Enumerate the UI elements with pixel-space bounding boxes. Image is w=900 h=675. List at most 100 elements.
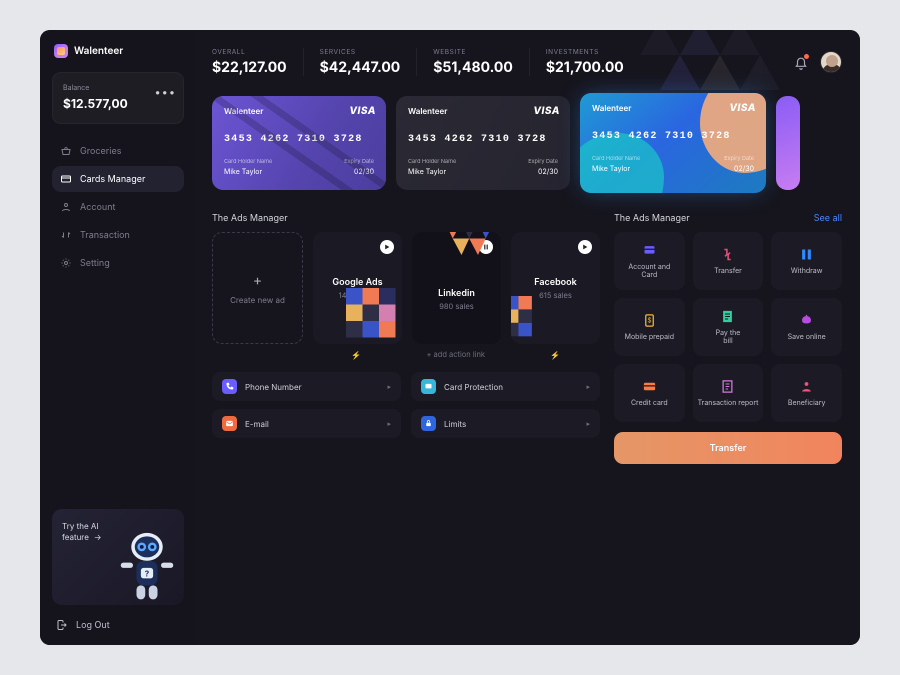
service-icon [642,243,657,258]
sidebar-item-label: Account [80,202,115,213]
transfer-button[interactable]: Transfer [614,432,842,464]
create-ad-button[interactable]: + Create new ad [212,232,303,344]
avatar[interactable] [820,51,842,73]
service-label: Pay thebill [716,329,741,346]
sidebar-nav: Groceries Cards Manager Account Transact… [52,138,184,276]
lock-icon [421,416,436,431]
ad-subtitle: 980 sales [439,302,473,311]
input-email[interactable]: E-mail▸ [212,409,401,438]
kpi-value: $22,127.00 [212,59,287,76]
service-icon: $ [642,313,657,328]
sidebar-item-transaction[interactable]: Transaction [52,222,184,248]
kpi-label: WEBSITE [433,48,513,56]
card-network-icon: VISA [533,105,560,117]
service-tile[interactable]: $Mobile prepaid [614,298,685,356]
payment-card-2[interactable]: Walenteer VISA 3453 4262 7310 3728 Card … [580,93,766,193]
sidebar-item-label: Setting [80,258,110,269]
kpi-value: $21,700.00 [546,59,624,76]
card-network-icon: VISA [349,105,376,117]
basket-icon [60,145,72,157]
services-grid: Account andCardTransfer Withdraw $Mobile p… [614,232,842,422]
play-icon[interactable] [380,240,394,254]
bell-icon [794,57,808,71]
input-label: Phone Number [245,382,302,392]
create-ad-label: Create new ad [230,295,285,305]
sidebar-item-account[interactable]: Account [52,194,184,220]
ads-footer-row: ⚡ + add action link ⚡ [212,344,600,360]
ad-card-linkedin[interactable]: Linkedin 980 sales [412,232,501,344]
card-network-icon: VISA [729,102,756,114]
sidebar-item-cards[interactable]: Cards Manager [52,166,184,192]
brand-logo-icon [54,44,68,58]
kpi-services: SERVICES $42,447.00 [320,48,418,76]
service-icon [799,247,814,262]
ad-title: Linkedin [438,288,475,299]
swap-icon [60,229,72,241]
sidebar-item-label: Groceries [80,146,121,157]
services-panel: Account andCardTransferWithdraw$Mobile p… [614,232,842,464]
service-tile[interactable]: Save online [771,298,842,356]
play-icon[interactable] [578,240,592,254]
ai-promo[interactable]: Try the AI feature→ ? [52,509,184,605]
chevron-right-icon: ▸ [586,419,590,428]
service-label: Save online [788,333,826,341]
service-icon [720,379,735,394]
input-label: Card Protection [444,382,503,392]
plus-icon: + [253,272,262,289]
logout-icon [56,619,68,631]
balance-card[interactable]: Balance $12.577,00 ••• [52,72,184,124]
logout-label: Log Out [76,620,110,631]
cards-carousel[interactable]: Walenteer VISA 3453 4262 7310 3728 Card … [212,96,842,193]
brand-name: Walenteer [74,45,123,57]
mosaic-icon [445,232,501,288]
see-all-link[interactable]: See all [814,213,842,224]
chevron-right-icon: ▸ [387,419,391,428]
shield-icon [421,379,436,394]
ad-card-google[interactable]: Google Ads 1400 sales [313,232,402,344]
main-area: OVERALL $22,127.00 SERVICES $42,447.00 W… [194,30,860,645]
service-tile[interactable]: Pay thebill [693,298,764,356]
brand: Walenteer [52,44,184,58]
service-tile[interactable]: Credit card [614,364,685,422]
service-icon [720,247,735,262]
service-tile[interactable]: Transfer [693,232,764,290]
bolt-icon: ⚡ [511,350,601,360]
sidebar: Walenteer Balance $12.577,00 ••• Groceri… [40,30,194,645]
header-right [794,51,842,73]
payment-card-1[interactable]: Walenteer VISA 3453 4262 7310 3728 Card … [396,96,570,190]
payment-card-0[interactable]: Walenteer VISA 3453 4262 7310 3728 Card … [212,96,386,190]
kpi-label: SERVICES [320,48,401,56]
balance-more-icon[interactable]: ••• [154,85,176,99]
sidebar-item-groceries[interactable]: Groceries [52,138,184,164]
service-label: Withdraw [791,267,823,275]
kpi-overall: OVERALL $22,127.00 [212,48,304,76]
service-tile[interactable]: Transaction report [693,364,764,422]
sidebar-item-label: Cards Manager [80,174,145,185]
ad-title: Facebook [534,277,577,288]
service-tile[interactable]: Withdraw [771,232,842,290]
phone-icon [222,379,237,394]
header-decoration-icon [640,30,800,90]
input-card-protection[interactable]: Card Protection▸ [411,372,600,401]
service-icon [799,379,814,394]
add-action-link[interactable]: + add action link [411,350,501,359]
input-phone[interactable]: Phone Number▸ [212,372,401,401]
service-icon [720,309,735,324]
service-tile[interactable]: Beneficiary [771,364,842,422]
service-tile[interactable]: Account andCard [614,232,685,290]
section-title-ads: The Ads Manager [212,213,600,224]
logout-button[interactable]: Log Out [52,619,184,631]
input-limits[interactable]: Limits ▸ [411,409,600,438]
payment-card-peek[interactable] [776,96,800,190]
service-label: Beneficiary [788,399,825,407]
notifications-button[interactable] [794,55,808,69]
kpi-value: $42,447.00 [320,59,401,76]
service-label: Credit card [631,399,668,407]
service-label: Transaction report [698,399,759,407]
card-icon [60,173,72,185]
ad-card-facebook[interactable]: Facebook 615 sales [511,232,600,344]
gear-icon [60,257,72,269]
input-label: Limits [444,419,466,429]
notification-dot-icon [804,54,809,59]
sidebar-item-setting[interactable]: Setting [52,250,184,276]
